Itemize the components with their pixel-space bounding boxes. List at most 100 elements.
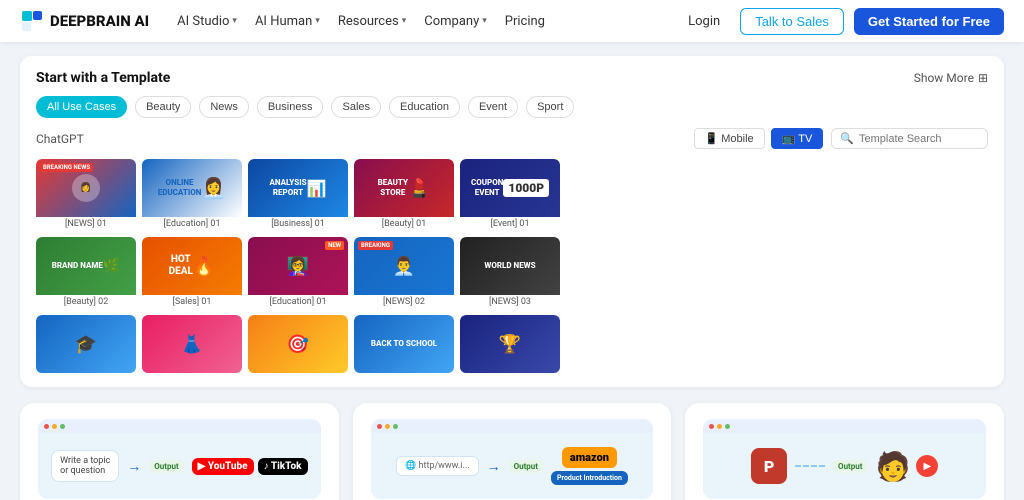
filter-beauty[interactable]: Beauty <box>135 96 191 118</box>
nav-ai-human[interactable]: AI Human ▾ <box>255 14 320 29</box>
filter-education[interactable]: Education <box>389 96 460 118</box>
template-card-label: [Event] 01 <box>460 217 560 231</box>
chevron-down-icon: ▾ <box>232 16 237 26</box>
template-section: Start with a Template Show More ⊞ All Us… <box>20 56 1004 387</box>
template-card-label: [Education] 01 <box>248 295 348 309</box>
prompt-to-video-card: Write a topicor question → Output ▶ YouT… <box>20 403 339 500</box>
template-row-3: 🎓 👗 🎯 BACK TO SCHOOL 🏆 <box>36 315 988 373</box>
avatar: 👩 <box>72 174 100 202</box>
breaking-badge: BREAKING NEWS <box>40 163 93 172</box>
connector-line <box>795 465 825 467</box>
talk-to-sales-button[interactable]: Talk to Sales <box>740 8 844 35</box>
browser-bar <box>703 419 986 433</box>
template-card[interactable]: BRAND NAME 🌿 [Beauty] 02 <box>36 237 136 309</box>
filter-sales[interactable]: Sales <box>331 96 381 118</box>
search-row: ChatGPT 📱 Mobile 📺 TV 🔍 <box>36 128 988 149</box>
template-card[interactable]: HOTDEAL 🔥 [Sales] 01 <box>142 237 242 309</box>
template-card-label: [NEWS] 03 <box>460 295 560 309</box>
breaking-badge: BREAKING <box>358 241 393 250</box>
tv-view-button[interactable]: 📺 TV <box>771 128 824 149</box>
template-card[interactable]: NEW 👩‍🏫 [Education] 01 <box>248 237 348 309</box>
view-toggle: 📱 Mobile 📺 TV <box>694 128 824 149</box>
person-icon: 🧑 <box>875 450 910 483</box>
output-badge: Output <box>833 460 867 473</box>
bottom-cards: Write a topicor question → Output ▶ YouT… <box>20 403 1004 500</box>
url-to-video-card: 🌐 http/www.i... → Output amazon Product … <box>353 403 672 500</box>
template-card-label: [Business] 01 <box>248 217 348 231</box>
template-card-label: [Beauty] 01 <box>354 217 454 231</box>
navbar: DEEPBRAIN AI AI Studio ▾ AI Human ▾ Reso… <box>0 0 1024 42</box>
youtube-logo: ▶ YouTube <box>192 458 254 475</box>
search-icon: 🔍 <box>840 132 854 145</box>
template-card[interactable]: 🎓 <box>36 315 136 373</box>
template-card[interactable]: COUPONEVENT 1000P [Event] 01 <box>460 159 560 231</box>
url-illustration: 🌐 http/www.i... → Output amazon Product … <box>371 419 654 499</box>
template-card-label: [Sales] 01 <box>142 295 242 309</box>
nav-ai-studio[interactable]: AI Studio ▾ <box>177 14 237 29</box>
chevron-down-icon: ▾ <box>315 16 320 26</box>
template-card[interactable]: 🏆 <box>460 315 560 373</box>
filter-event[interactable]: Event <box>468 96 518 118</box>
powerpoint-icon: P <box>751 448 787 484</box>
filter-sport[interactable]: Sport <box>526 96 574 118</box>
template-card[interactable]: BEAUTYSTORE 💄 [Beauty] 01 <box>354 159 454 231</box>
template-card[interactable]: ONLINEEDUCATION 👩‍💼 [Education] 01 <box>142 159 242 231</box>
template-card[interactable]: ANALYSISREPORT 📊 [Business] 01 <box>248 159 348 231</box>
show-more-button[interactable]: Show More ⊞ <box>914 71 988 85</box>
mobile-view-button[interactable]: 📱 Mobile <box>694 128 765 149</box>
filter-news[interactable]: News <box>199 96 249 118</box>
template-card-label: [NEWS] 01 <box>36 217 136 231</box>
template-card[interactable]: BACK TO SCHOOL <box>354 315 454 373</box>
logo-icon <box>20 9 44 33</box>
new-badge: NEW <box>325 241 344 250</box>
template-card[interactable]: 🎯 <box>248 315 348 373</box>
play-button-icon: ▶ <box>916 455 938 477</box>
login-button[interactable]: Login <box>678 9 730 34</box>
browser-bar <box>38 419 321 433</box>
arrow-icon: → <box>487 458 501 475</box>
template-row-2: BRAND NAME 🌿 [Beauty] 02 HOTDEAL 🔥 [Sale… <box>36 237 988 309</box>
chevron-down-icon: ▾ <box>482 16 487 26</box>
template-card[interactable]: WORLD NEWS [NEWS] 03 <box>460 237 560 309</box>
template-card[interactable]: BREAKING 👨‍💼 [NEWS] 02 <box>354 237 454 309</box>
template-card[interactable]: BREAKING NEWS 👩 [NEWS] 01 <box>36 159 136 231</box>
get-started-button[interactable]: Get Started for Free <box>854 8 1004 35</box>
nav-links: AI Studio ▾ AI Human ▾ Resources ▾ Compa… <box>177 14 660 29</box>
browser-bar <box>371 419 654 433</box>
template-row-1: BREAKING NEWS 👩 [NEWS] 01 ONLINEEDUCATIO… <box>36 159 988 231</box>
nav-company[interactable]: Company ▾ <box>424 14 487 29</box>
output-logos: ▶ YouTube ♪ TikTok <box>192 458 308 475</box>
chatgpt-label: ChatGPT <box>36 132 84 146</box>
chevron-down-icon: ▾ <box>402 16 407 26</box>
nav-pricing[interactable]: Pricing <box>505 14 545 29</box>
ppt-to-video-card: P Output 🧑 ▶ PowerPoint to Video Try for… <box>685 403 1004 500</box>
template-search-input[interactable] <box>859 133 979 145</box>
arrow-icon: → <box>127 458 141 475</box>
output-badge: Output <box>149 460 183 473</box>
prompt-illustration: Write a topicor question → Output ▶ YouT… <box>38 419 321 499</box>
template-search-box[interactable]: 🔍 <box>831 128 988 149</box>
template-card[interactable]: 👗 <box>142 315 242 373</box>
nav-resources[interactable]: Resources ▾ <box>338 14 406 29</box>
filter-row: All Use Cases Beauty News Business Sales… <box>36 96 988 118</box>
ppt-illustration: P Output 🧑 ▶ <box>703 419 986 499</box>
filter-all[interactable]: All Use Cases <box>36 96 127 118</box>
template-title: Start with a Template <box>36 70 170 86</box>
nav-right: Login Talk to Sales Get Started for Free <box>678 8 1004 35</box>
logo-text: DEEPBRAIN AI <box>50 12 149 30</box>
url-input-box: 🌐 http/www.i... <box>396 456 478 476</box>
product-intro: Product Introduction <box>551 471 628 485</box>
main-content: Start with a Template Show More ⊞ All Us… <box>0 42 1024 500</box>
expand-icon: ⊞ <box>978 71 988 85</box>
template-grid: BREAKING NEWS 👩 [NEWS] 01 ONLINEEDUCATIO… <box>36 159 988 373</box>
output-badge: Output <box>509 460 543 473</box>
tiktok-logo: ♪ TikTok <box>258 458 308 475</box>
filter-business[interactable]: Business <box>257 96 324 118</box>
amazon-logo: amazon <box>562 447 617 468</box>
template-card-label: [Beauty] 02 <box>36 295 136 309</box>
template-card-label: [NEWS] 02 <box>354 295 454 309</box>
logo[interactable]: DEEPBRAIN AI <box>20 9 149 33</box>
prompt-input-box: Write a topicor question <box>51 450 119 482</box>
template-header: Start with a Template Show More ⊞ <box>36 70 988 86</box>
template-card-label: [Education] 01 <box>142 217 242 231</box>
